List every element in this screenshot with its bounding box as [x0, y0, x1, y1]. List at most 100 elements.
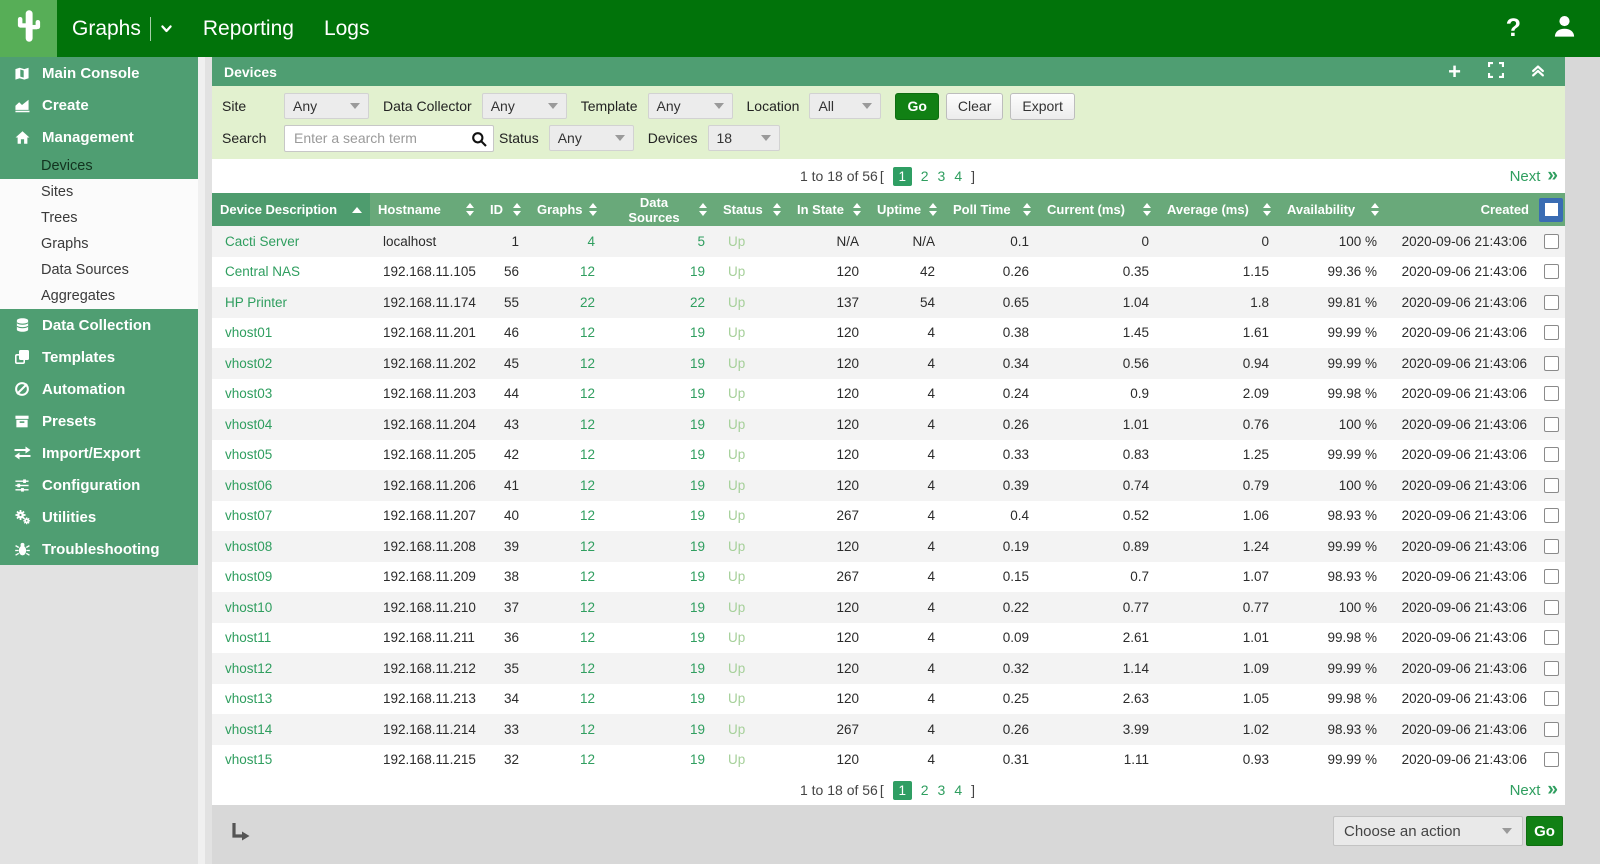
cell-link[interactable]: 12: [580, 569, 595, 584]
device-link[interactable]: vhost01: [225, 325, 272, 340]
nav-tab-graphs[interactable]: Graphs: [57, 0, 188, 57]
page-current[interactable]: 1: [893, 781, 912, 800]
chevron-down-icon[interactable]: [160, 17, 173, 41]
column-header-poll-time[interactable]: Poll Time: [945, 193, 1039, 226]
cell-link[interactable]: 19: [690, 569, 705, 584]
row-checkbox[interactable]: [1544, 539, 1559, 554]
cell-link[interactable]: 12: [580, 691, 595, 706]
cell-link[interactable]: 19: [690, 691, 705, 706]
status-select[interactable]: Any: [549, 125, 634, 151]
nav-tab-reporting[interactable]: Reporting: [188, 0, 309, 57]
cell-link[interactable]: 19: [690, 752, 705, 767]
export-button[interactable]: Export: [1010, 93, 1074, 120]
device-link[interactable]: vhost03: [225, 386, 272, 401]
page-link[interactable]: 2: [921, 782, 929, 798]
cacti-logo[interactable]: [0, 0, 57, 57]
row-checkbox[interactable]: [1544, 722, 1559, 737]
device-link[interactable]: vhost08: [225, 539, 272, 554]
row-checkbox[interactable]: [1544, 447, 1559, 462]
fullscreen-icon[interactable]: [1488, 62, 1504, 81]
cell-link[interactable]: 12: [580, 325, 595, 340]
row-checkbox[interactable]: [1544, 752, 1559, 767]
cell-link[interactable]: 19: [690, 722, 705, 737]
cell-link[interactable]: 12: [580, 600, 595, 615]
cell-link[interactable]: 12: [580, 356, 595, 371]
nav-tab-logs[interactable]: Logs: [309, 0, 385, 57]
device-link[interactable]: vhost07: [225, 508, 272, 523]
device-link[interactable]: vhost12: [225, 661, 272, 676]
cell-link[interactable]: 12: [580, 447, 595, 462]
sidebar-item-automation[interactable]: Automation: [0, 373, 198, 405]
row-checkbox[interactable]: [1544, 691, 1559, 706]
page-link[interactable]: 4: [954, 168, 962, 184]
sidebar-item-troubleshooting[interactable]: Troubleshooting: [0, 533, 198, 565]
row-checkbox[interactable]: [1544, 234, 1559, 249]
sidebar-item-trees[interactable]: Trees: [0, 205, 198, 231]
row-checkbox[interactable]: [1544, 295, 1559, 310]
device-link[interactable]: vhost11: [225, 630, 271, 645]
cell-link[interactable]: 12: [580, 508, 595, 523]
cell-link[interactable]: 19: [690, 630, 705, 645]
cell-link[interactable]: 12: [580, 752, 595, 767]
search-input[interactable]: [284, 125, 494, 152]
help-icon[interactable]: ?: [1506, 14, 1521, 43]
device-link[interactable]: vhost04: [225, 417, 272, 432]
cell-link[interactable]: 19: [690, 447, 705, 462]
cell-link[interactable]: 19: [690, 386, 705, 401]
page-link[interactable]: 4: [954, 782, 962, 798]
collapse-panel-icon[interactable]: [1531, 63, 1545, 81]
device-link[interactable]: Cacti Server: [225, 234, 299, 249]
cell-link[interactable]: 12: [580, 417, 595, 432]
cell-link[interactable]: 5: [697, 234, 705, 249]
cell-link[interactable]: 19: [690, 417, 705, 432]
device-link[interactable]: vhost10: [225, 600, 272, 615]
column-header-average-ms-[interactable]: Average (ms): [1159, 193, 1279, 226]
clear-button[interactable]: Clear: [946, 93, 1003, 120]
sidebar-item-data-collection[interactable]: Data Collection: [0, 309, 198, 341]
sidebar-item-utilities[interactable]: Utilities: [0, 501, 198, 533]
cell-link[interactable]: 19: [690, 264, 705, 279]
devices-select[interactable]: 18: [708, 125, 780, 151]
cell-link[interactable]: 4: [587, 234, 595, 249]
column-header-hostname[interactable]: Hostname: [370, 193, 482, 226]
cell-link[interactable]: 12: [580, 264, 595, 279]
go-button[interactable]: Go: [895, 93, 938, 120]
cell-link[interactable]: 12: [580, 386, 595, 401]
column-header-device-description[interactable]: Device Description: [212, 193, 370, 226]
row-checkbox[interactable]: [1544, 264, 1559, 279]
row-checkbox[interactable]: [1544, 417, 1559, 432]
column-header-uptime[interactable]: Uptime: [869, 193, 945, 226]
row-checkbox[interactable]: [1544, 630, 1559, 645]
device-link[interactable]: vhost06: [225, 478, 272, 493]
device-link[interactable]: Central NAS: [225, 264, 300, 279]
device-link[interactable]: vhost09: [225, 569, 272, 584]
user-icon[interactable]: [1551, 13, 1578, 45]
sidebar-item-create[interactable]: Create: [0, 89, 198, 121]
row-checkbox[interactable]: [1544, 478, 1559, 493]
select-all-checkbox[interactable]: [1539, 198, 1563, 222]
column-header-graphs[interactable]: Graphs: [529, 193, 605, 226]
column-header-id[interactable]: ID: [482, 193, 529, 226]
cell-link[interactable]: 19: [690, 661, 705, 676]
device-link[interactable]: vhost05: [225, 447, 272, 462]
device-link[interactable]: vhost02: [225, 356, 272, 371]
cell-link[interactable]: 19: [690, 600, 705, 615]
cell-link[interactable]: 19: [690, 539, 705, 554]
sidebar-item-templates[interactable]: Templates: [0, 341, 198, 373]
row-checkbox[interactable]: [1544, 386, 1559, 401]
device-link[interactable]: vhost15: [225, 752, 272, 767]
device-link[interactable]: vhost13: [225, 691, 272, 706]
location-select[interactable]: All: [809, 93, 881, 119]
action-go-button[interactable]: Go: [1526, 816, 1563, 846]
next-page-link[interactable]: Next»: [1510, 779, 1557, 801]
column-header-created[interactable]: Created: [1387, 193, 1537, 226]
sidebar-item-configuration[interactable]: Configuration: [0, 469, 198, 501]
sidebar-item-sites[interactable]: Sites: [0, 179, 198, 205]
cell-link[interactable]: 19: [690, 325, 705, 340]
sidebar-item-presets[interactable]: Presets: [0, 405, 198, 437]
column-header-current-ms-[interactable]: Current (ms): [1039, 193, 1159, 226]
page-current[interactable]: 1: [893, 167, 912, 186]
cell-link[interactable]: 12: [580, 661, 595, 676]
data-collector-select[interactable]: Any: [482, 93, 567, 119]
add-device-icon[interactable]: +: [1448, 61, 1461, 83]
